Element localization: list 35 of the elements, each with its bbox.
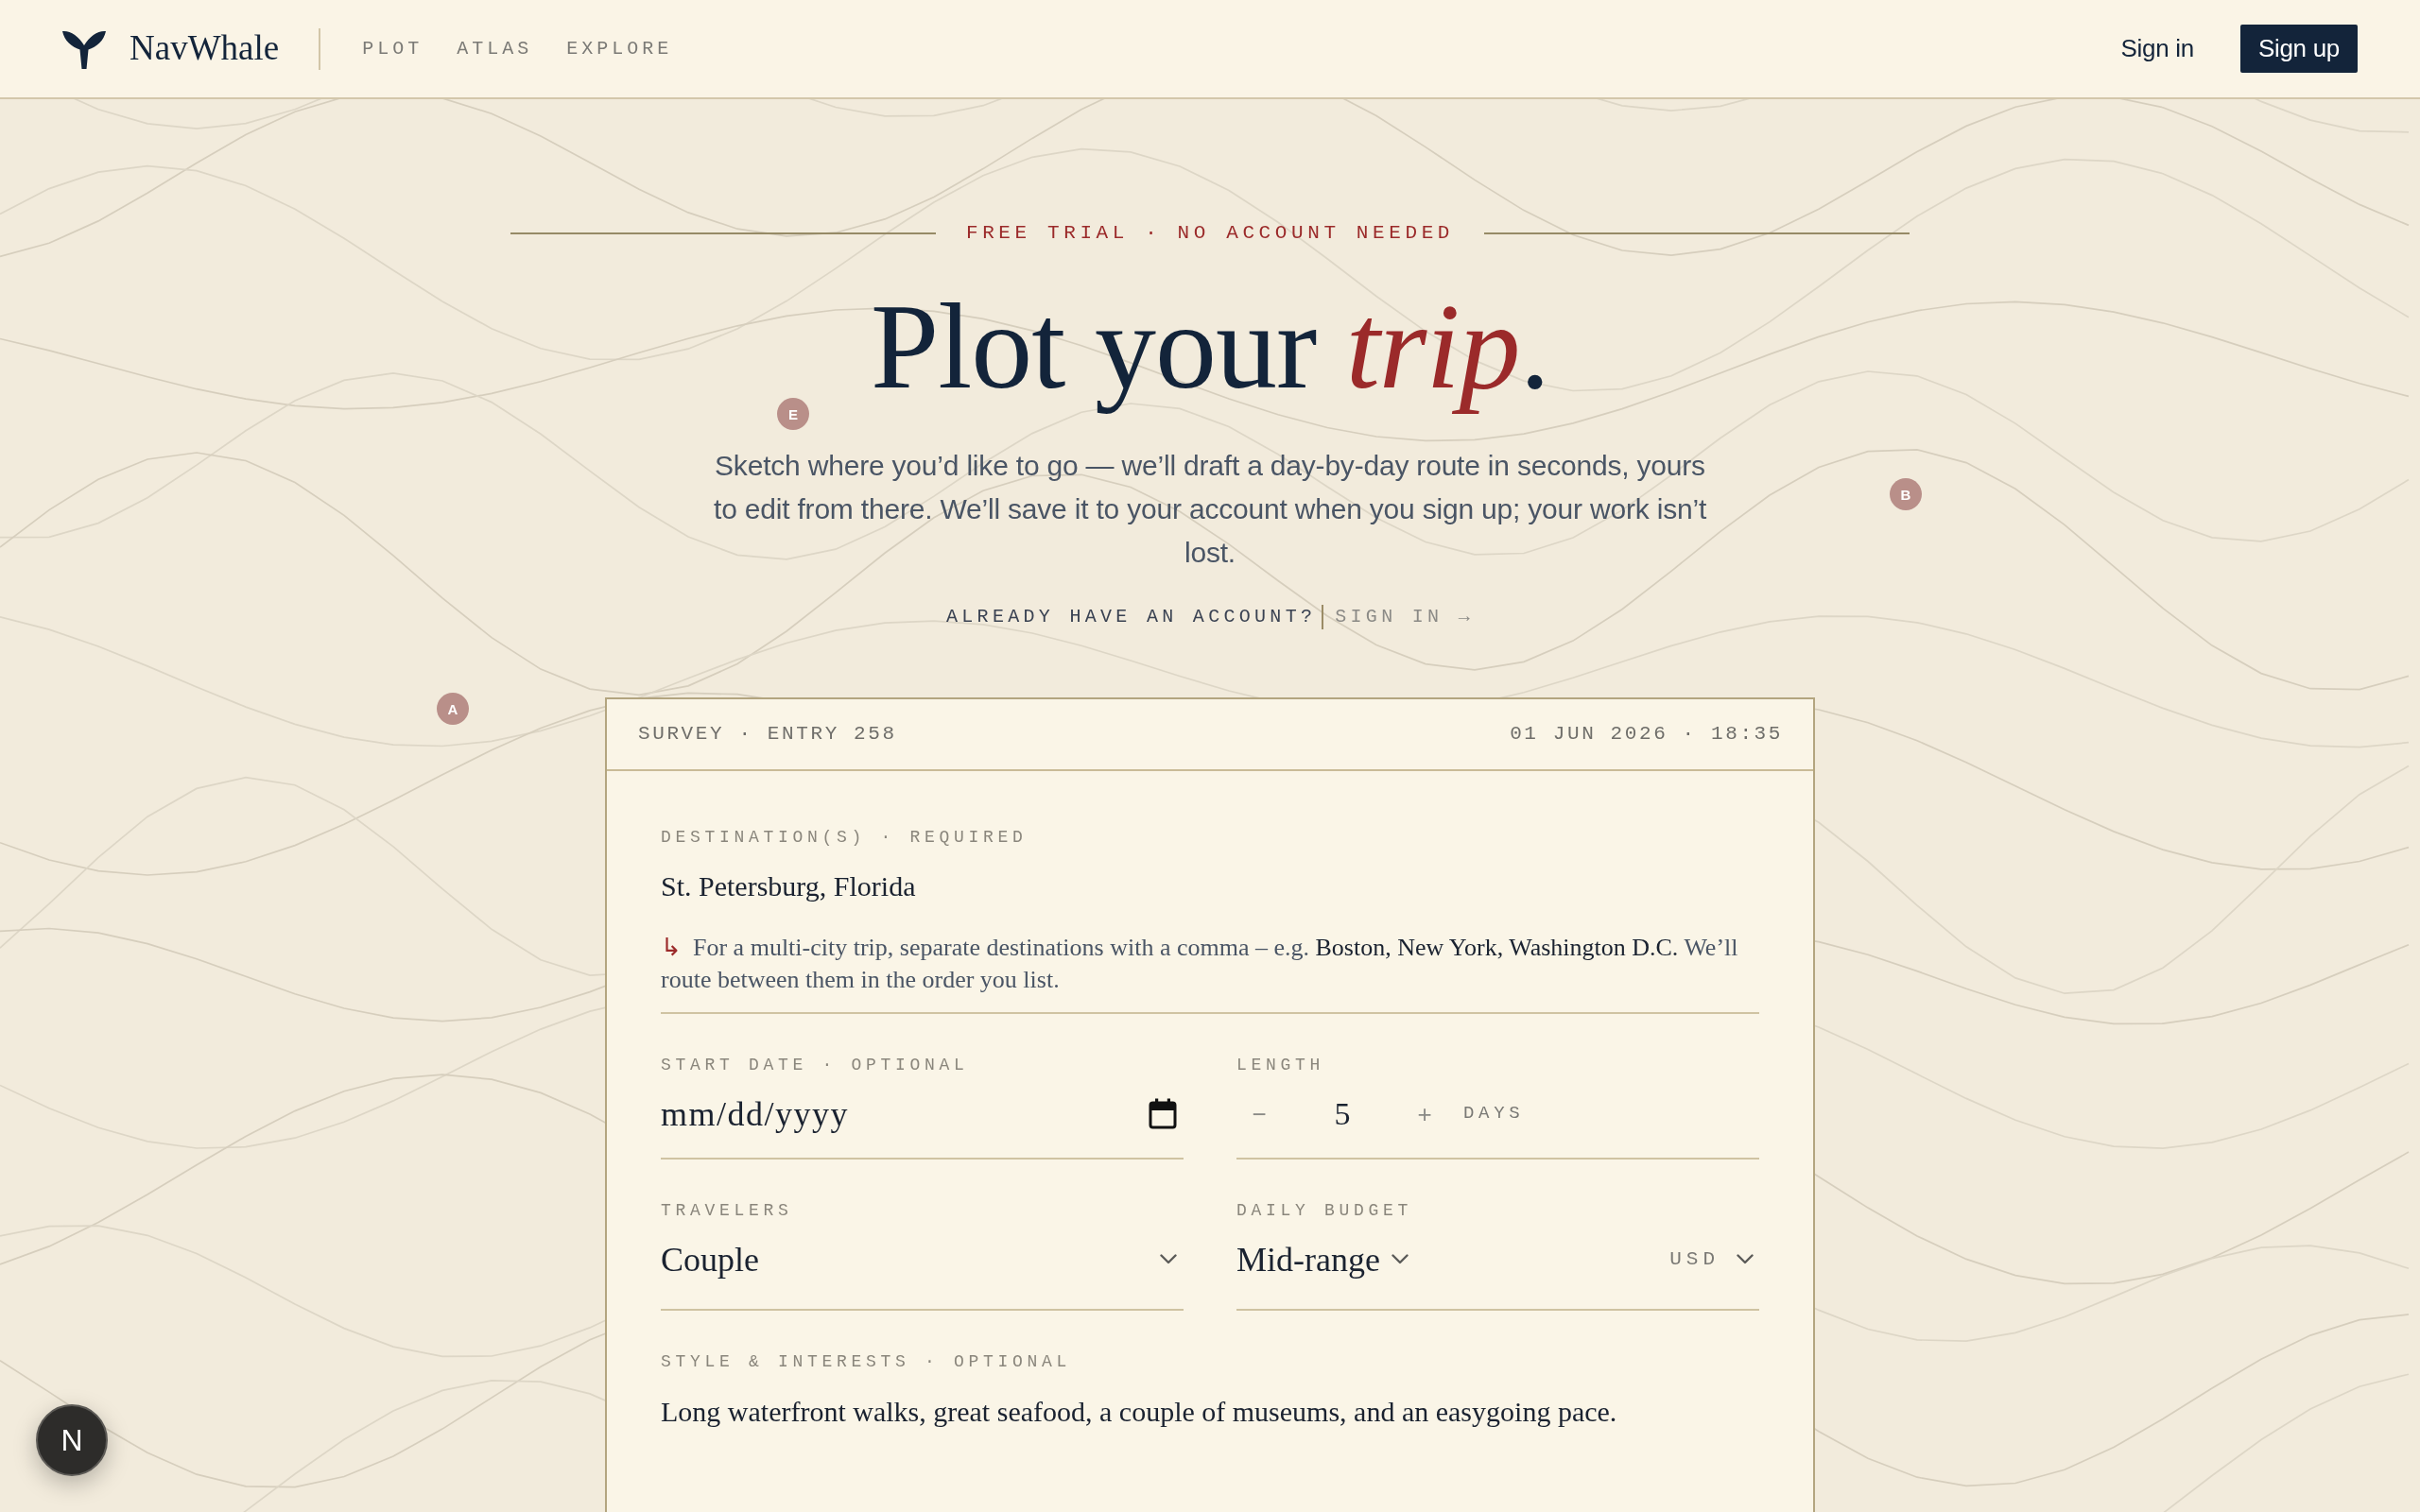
chevron-down-icon[interactable] — [1160, 1254, 1177, 1265]
calendar-icon[interactable] — [1149, 1098, 1177, 1130]
sign-in-link[interactable]: Sign in — [2120, 30, 2194, 67]
account-prompt: ALREADY HAVE AN ACCOUNT? — [946, 605, 1317, 628]
map-marker: E — [777, 398, 809, 430]
hero-subtitle: Sketch where you’d like to go — we’ll draft a day-by-day route in seconds, yours to edit from there. We’ll save it to your account when you sign up; your work isn’t lost. — [714, 448, 1706, 570]
travelers-select[interactable]: Couple — [661, 1237, 1184, 1281]
timestamp-text: 01 JUN 2026 · 18:35 — [1510, 721, 1783, 747]
interests-input[interactable]: Long waterfront walks, great seafood, a couple of museums, and an easygoing pace. — [661, 1393, 1759, 1469]
length-value: 5 — [1333, 1094, 1352, 1133]
hint-text: ↳ For a multi-city trip, separate destinations with a comma – e.g. Boston, New York, Washington D.C. We’ll route between them in the order you list. — [661, 932, 1739, 995]
entry-number-text: SURVEY · ENTRY 258 — [638, 721, 897, 747]
field-label: DAILY BUDGET — [1236, 1199, 1413, 1221]
date-input[interactable]: mm/dd/yyyy — [661, 1092, 907, 1135]
field-label: LENGTH — [1236, 1054, 1324, 1075]
field-label: TRAVELERS — [661, 1199, 793, 1221]
nav-link[interactable]: PLOT — [362, 34, 424, 63]
sign-up-button[interactable]: Sign up — [2239, 25, 2358, 73]
map-marker: A — [437, 693, 469, 725]
field-label: START DATE · OPTIONAL — [661, 1054, 969, 1075]
hero-title: Plot your trip. — [869, 277, 1551, 416]
map-marker: B — [1890, 478, 1922, 510]
chevron-down-icon[interactable] — [1391, 1254, 1409, 1265]
nav-link[interactable]: EXPLORE — [566, 34, 673, 63]
budget-select[interactable]: Mid-range — [1236, 1237, 1409, 1281]
currency-select[interactable]: USD — [1669, 1237, 1759, 1281]
unit-label: DAYS — [1463, 1102, 1525, 1126]
chevron-down-icon[interactable] — [1737, 1254, 1754, 1265]
field-label: STYLE & INTERESTS · OPTIONAL — [661, 1350, 1072, 1372]
dev-tools-button[interactable]: N — [36, 1404, 108, 1476]
field-label: DESTINATION(S) · REQUIRED — [661, 826, 1028, 848]
brand-name[interactable]: NavWhale — [130, 29, 280, 68]
nav-link[interactable]: ATLAS — [457, 34, 533, 63]
destination-input[interactable]: St. Petersburg, Florida — [661, 867, 1759, 905]
eyebrow-text: FREE TRIAL · NO ACCOUNT NEEDED — [965, 222, 1455, 245]
